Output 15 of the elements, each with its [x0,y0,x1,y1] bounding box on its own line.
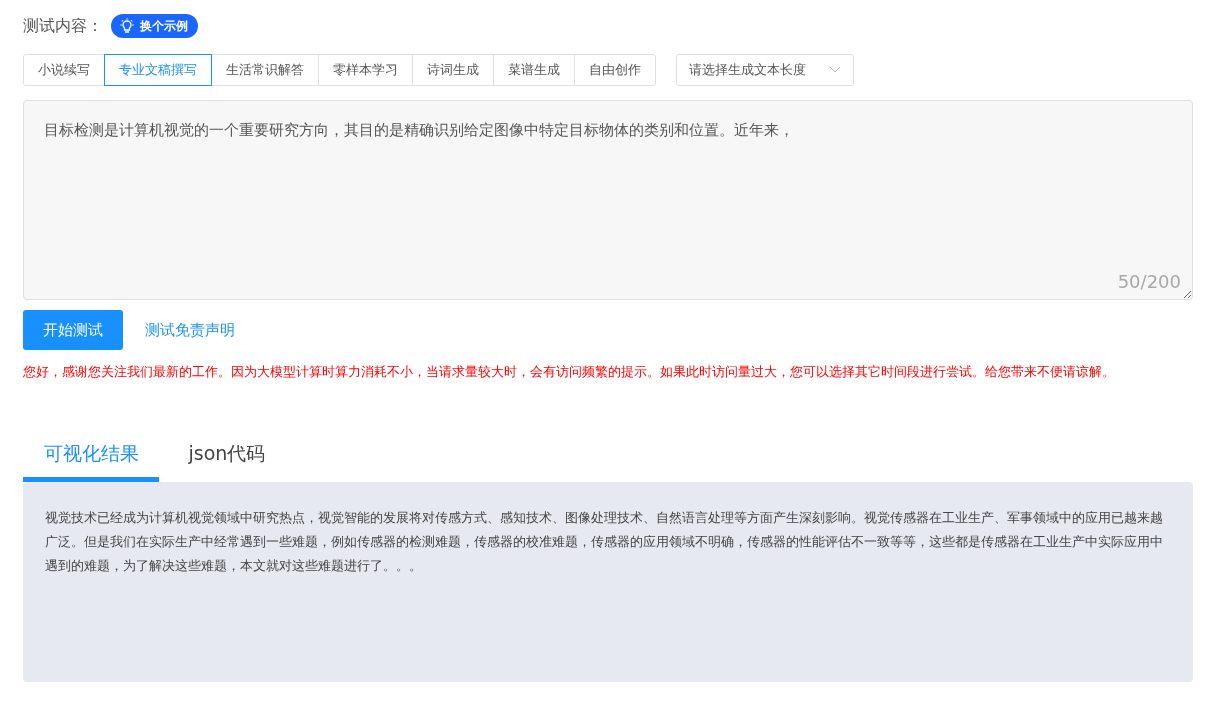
lightbulb-icon [119,18,135,34]
character-counter: 50/200 [1117,271,1181,292]
result-tab[interactable]: json代码 [159,441,295,482]
section-label: 测试内容： [23,15,103,37]
example-button[interactable]: 换个示例 [111,14,198,38]
category-tab[interactable]: 诗词生成 [412,54,494,86]
category-tab[interactable]: 生活常识解答 [211,54,319,86]
result-text: 视觉技术已经成为计算机视觉领域中研究热点，视觉智能的发展将对传感方式、感知技术、图像处理技术、自然语言处理等方面产生深刻影响。视觉传感器在工业生产、军事领域中的应用已越来越广泛。但是我们在实际生产中经常遇到一些难题，例如传感器的检测难题，传感器的校准难题，传感器的应用领域不明确，传感器的性能评估不一致等等，这些都是传感器在工业生产中实际应用中遇到的难题，为了解决这些难题，本文就对这些难题进行了。。。 [45,509,1164,575]
category-tab[interactable]: 自由创作 [574,54,656,86]
chevron-down-icon [829,66,841,74]
category-tab[interactable]: 菜谱生成 [493,54,575,86]
category-tab[interactable]: 零样本学习 [318,54,413,86]
notice-text: 您好，感谢您关注我们最新的工作。因为大模型计算时算力消耗不小，当请求量较大时，会有访问频繁的提示。如果此时访问量过大，您可以选择其它时间段进行尝试。给您带来不便请谅解。 [23,364,1116,379]
length-select[interactable]: 请选择生成文本长度 [676,54,854,86]
category-tab[interactable]: 小说续写 [23,54,105,86]
